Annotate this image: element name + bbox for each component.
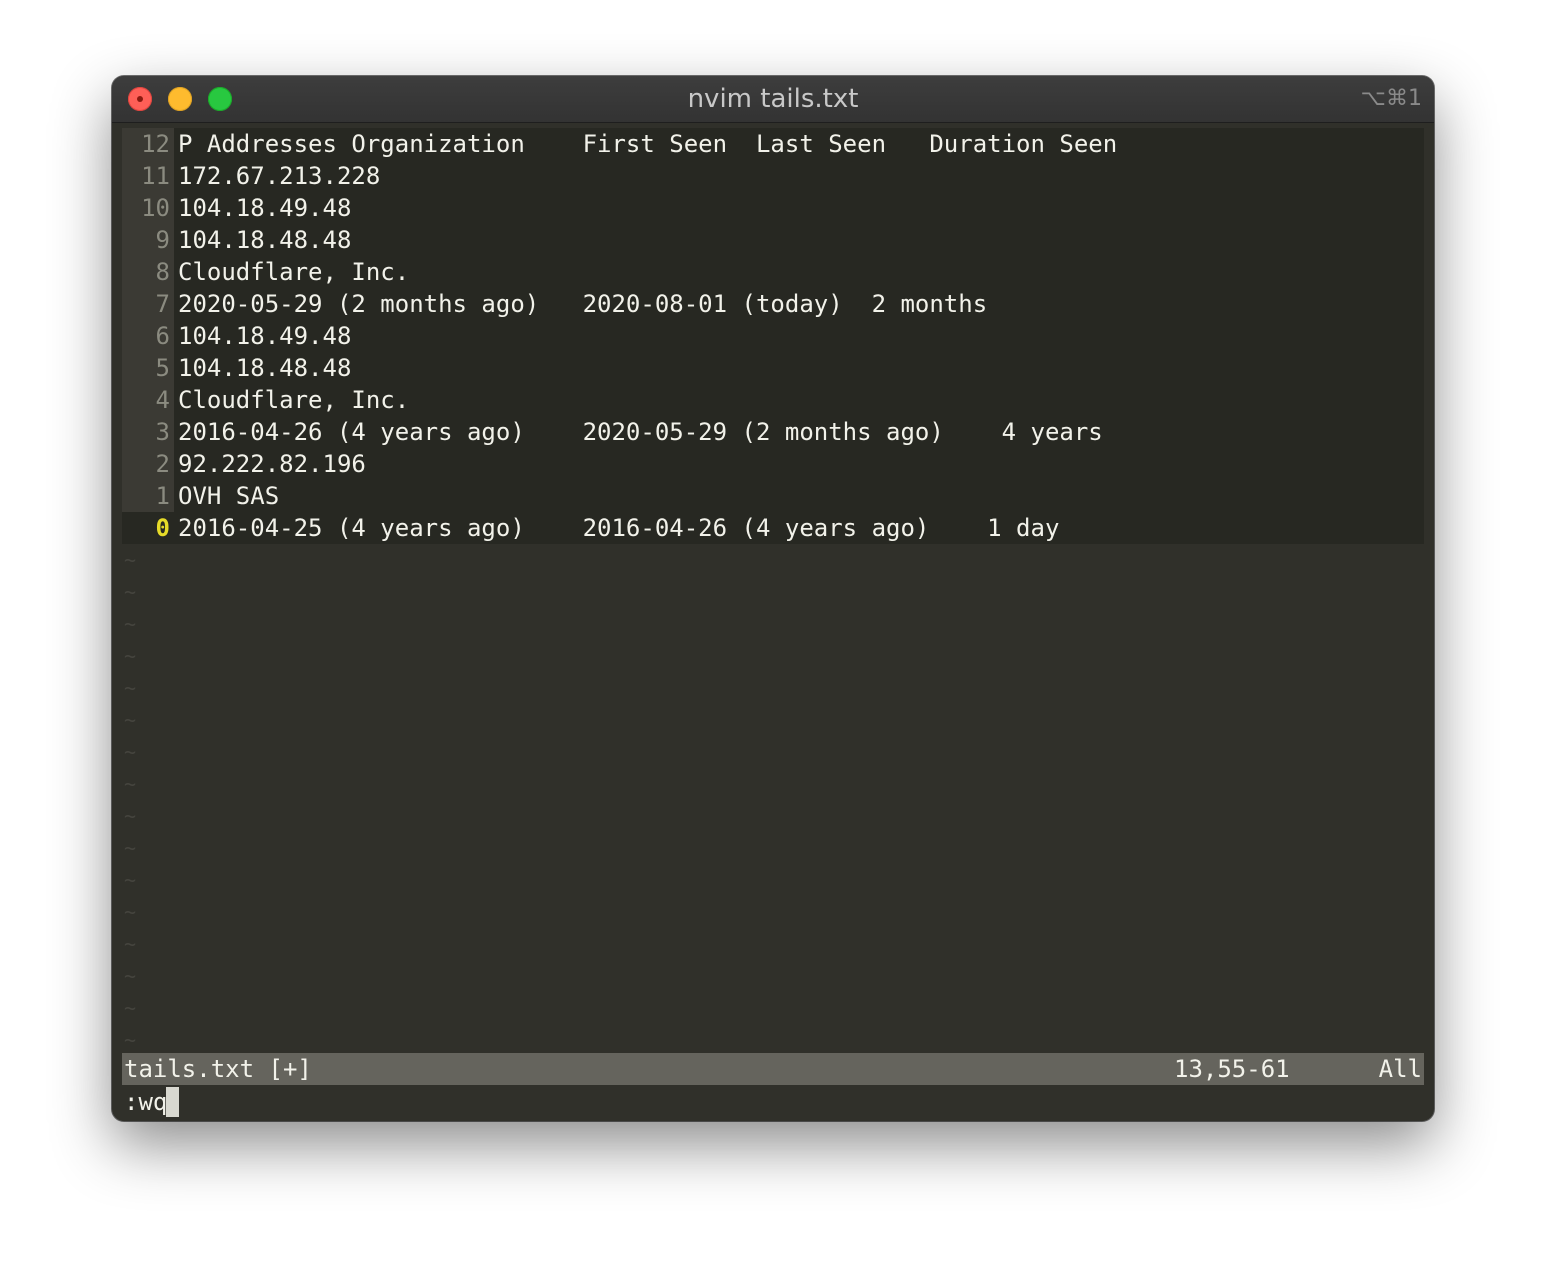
tilde-marker: ~ [124,772,137,796]
window-shortcut: ⌥⌘1 [1360,86,1422,111]
tilde-marker: ~ [124,676,137,700]
tilde-marker: ~ [124,1028,137,1052]
line-number: 7 [122,288,174,320]
line-text: Cloudflare, Inc. [178,258,410,286]
status-cursor-position: 13,55-61 [1174,1055,1290,1083]
status-line: tails.txt [+] 13,55-61 All [122,1053,1424,1085]
line-text: 92.222.82.196 [178,450,366,478]
tilde-marker: ~ [124,548,137,572]
line-number: 3 [122,416,174,448]
buffer-line[interactable]: 8 Cloudflare, Inc. [122,256,1424,288]
tilde-marker: ~ [124,644,137,668]
tilde-marker: ~ [124,932,137,956]
line-number: 11 [122,160,174,192]
line-text: 104.18.48.48 [178,354,352,382]
status-scroll-indicator: All [1378,1055,1422,1083]
buffer-line[interactable]: 1 OVH SAS [122,480,1424,512]
command-line[interactable]: :wq [122,1085,1424,1119]
line-number: 8 [122,256,174,288]
command-text: :wq [124,1088,168,1116]
tilde-marker: ~ [124,996,137,1020]
buffer-line[interactable]: 2 92.222.82.196 [122,448,1424,480]
line-number: 2 [122,448,174,480]
buffer-line[interactable]: 10 104.18.49.48 [122,192,1424,224]
buffer-line[interactable]: 4 Cloudflare, Inc. [122,384,1424,416]
buffer-line[interactable]: 9 104.18.48.48 [122,224,1424,256]
buffer-line[interactable]: 5 104.18.48.48 [122,352,1424,384]
buffer-line[interactable]: 7 2020-05-29 (2 months ago) 2020-08-01 (… [122,288,1424,320]
line-text: 2016-04-25 (4 years ago) 2016-04-26 (4 y… [178,514,1060,542]
tilde-marker: ~ [124,612,137,636]
empty-buffer-area[interactable]: ~ ~ ~ ~ ~ ~ ~ ~ ~ ~ ~ ~ ~ ~ ~ ~ [122,544,1424,1056]
block-cursor [166,1087,179,1117]
buffer-lines[interactable]: 12 P Addresses Organization First Seen L… [122,128,1424,544]
line-text: Cloudflare, Inc. [178,386,410,414]
buffer-line[interactable]: 12 P Addresses Organization First Seen L… [122,128,1424,160]
nvim-editor[interactable]: 12 P Addresses Organization First Seen L… [122,123,1424,1121]
line-text: 172.67.213.228 [178,162,381,190]
current-line[interactable]: 0 2016-04-25 (4 years ago) 2016-04-26 (4… [122,512,1424,544]
line-text: 2020-05-29 (2 months ago) 2020-08-01 (to… [178,290,988,318]
line-text: 104.18.49.48 [178,322,352,350]
tilde-marker: ~ [124,964,137,988]
tilde-marker: ~ [124,868,137,892]
tilde-marker: ~ [124,708,137,732]
line-number: 12 [122,128,174,160]
line-number: 6 [122,320,174,352]
line-number: 5 [122,352,174,384]
current-line-number: 0 [122,512,174,544]
line-number: 1 [122,480,174,512]
status-filename: tails.txt [+] [124,1055,312,1083]
line-number: 10 [122,192,174,224]
line-text: P Addresses Organization First Seen Last… [178,130,1118,158]
tilde-marker: ~ [124,740,137,764]
line-text: OVH SAS [178,482,280,510]
line-text: 2016-04-26 (4 years ago) 2020-05-29 (2 m… [178,418,1103,446]
buffer-line[interactable]: 3 2016-04-26 (4 years ago) 2020-05-29 (2… [122,416,1424,448]
tilde-marker: ~ [124,804,137,828]
tilde-marker: ~ [124,580,137,604]
tilde-marker: ~ [124,900,137,924]
line-text: 104.18.49.48 [178,194,352,222]
window-title: nvim tails.txt [687,84,859,114]
line-number: 4 [122,384,174,416]
tilde-marker: ~ [124,836,137,860]
terminal-window: nvim tails.txt ⌥⌘1 12 P Addresses Organi… [112,76,1434,1121]
line-text: 104.18.48.48 [178,226,352,254]
buffer-line[interactable]: 11 172.67.213.228 [122,160,1424,192]
buffer-line[interactable]: 6 104.18.49.48 [122,320,1424,352]
title-bar[interactable]: nvim tails.txt ⌥⌘1 [112,76,1434,123]
line-number: 9 [122,224,174,256]
